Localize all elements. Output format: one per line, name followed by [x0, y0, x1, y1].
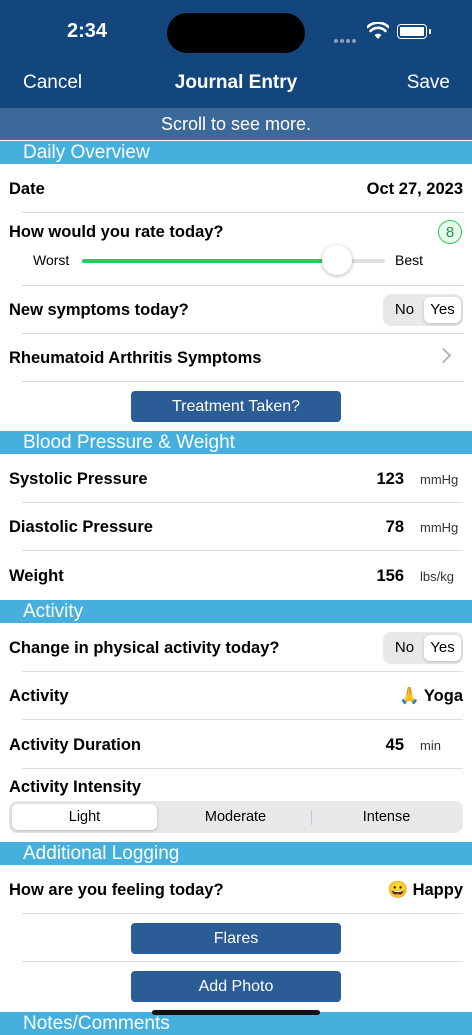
slider-thumb[interactable]	[321, 245, 352, 275]
activity-change-toggle[interactable]: No Yes	[383, 632, 463, 664]
new-symptoms-no[interactable]: No	[386, 297, 423, 323]
scroll-hint-banner: Scroll to see more.	[0, 108, 472, 140]
weight-unit: lbs/kg	[420, 569, 454, 584]
systolic-value[interactable]: 123	[376, 470, 404, 489]
divider	[22, 671, 463, 672]
diastolic-label: Diastolic Pressure	[9, 518, 153, 536]
activity-change-label: Change in physical activity today?	[9, 639, 280, 657]
feeling-value[interactable]: 😀 Happy	[387, 881, 463, 900]
weight-value[interactable]: 156	[376, 567, 404, 586]
diastolic-value[interactable]: 78	[386, 518, 404, 537]
divider	[22, 719, 463, 720]
activity-change-yes[interactable]: Yes	[424, 635, 461, 661]
section-header-activity: Activity	[0, 600, 472, 623]
treatment-taken-button[interactable]: Treatment Taken?	[131, 391, 341, 422]
rating-badge: 8	[438, 220, 462, 244]
flares-button[interactable]: Flares	[131, 923, 341, 954]
new-symptoms-yes[interactable]: Yes	[424, 297, 461, 323]
divider	[22, 550, 463, 551]
slider-max-label: Best	[395, 252, 424, 268]
duration-label: Activity Duration	[9, 736, 142, 754]
cancel-button[interactable]: Cancel	[23, 72, 82, 94]
segment-divider	[311, 810, 312, 825]
activity-change-no[interactable]: No	[386, 635, 423, 661]
rating-slider[interactable]	[82, 245, 385, 275]
divider	[22, 212, 463, 213]
ra-symptoms-row[interactable]: Rheumatoid Arthritis Symptoms	[9, 349, 261, 368]
chevron-right-icon	[435, 347, 452, 364]
intensity-moderate[interactable]: Moderate	[163, 804, 308, 830]
systolic-label: Systolic Pressure	[9, 470, 148, 488]
new-symptoms-toggle[interactable]: No Yes	[383, 294, 463, 326]
navigation-bar: 2:34 Cancel Journal Entry Save	[0, 0, 472, 108]
slider-min-label: Worst	[33, 252, 70, 268]
intensity-segmented-control[interactable]: Light Moderate Intense	[9, 801, 463, 833]
wifi-icon	[367, 22, 389, 39]
dynamic-island	[167, 13, 305, 53]
rate-label: How would you rate today?	[9, 223, 224, 241]
duration-unit: min	[420, 738, 441, 753]
slider-fill	[82, 259, 337, 263]
section-header-blood-pressure: Blood Pressure & Weight	[0, 431, 472, 454]
divider	[22, 961, 463, 962]
weight-label: Weight	[9, 567, 64, 585]
intensity-label: Activity Intensity	[9, 778, 142, 796]
activity-value[interactable]: 🙏 Yoga	[399, 687, 463, 706]
intensity-intense[interactable]: Intense	[314, 804, 459, 830]
section-header-additional-logging: Additional Logging	[0, 842, 472, 865]
section-header-daily-overview: Daily Overview	[0, 141, 472, 164]
activity-label: Activity	[9, 687, 69, 705]
save-button[interactable]: Save	[407, 72, 450, 94]
duration-value[interactable]: 45	[386, 736, 404, 755]
divider	[22, 333, 463, 334]
diastolic-unit: mmHg	[420, 520, 459, 535]
signal-icon	[334, 30, 358, 48]
feeling-label: How are you feeling today?	[9, 881, 224, 899]
add-photo-button[interactable]: Add Photo	[131, 971, 341, 1002]
new-symptoms-label: New symptoms today?	[9, 301, 189, 319]
divider	[22, 913, 463, 914]
divider	[22, 768, 463, 769]
date-value[interactable]: Oct 27, 2023	[367, 180, 463, 199]
status-time: 2:34	[67, 20, 108, 42]
home-indicator	[152, 1010, 320, 1015]
intensity-light[interactable]: Light	[12, 804, 157, 830]
divider	[22, 381, 463, 382]
divider	[22, 285, 463, 286]
date-label: Date	[9, 180, 45, 198]
divider	[22, 502, 463, 503]
systolic-unit: mmHg	[420, 472, 459, 487]
battery-icon	[397, 24, 431, 39]
